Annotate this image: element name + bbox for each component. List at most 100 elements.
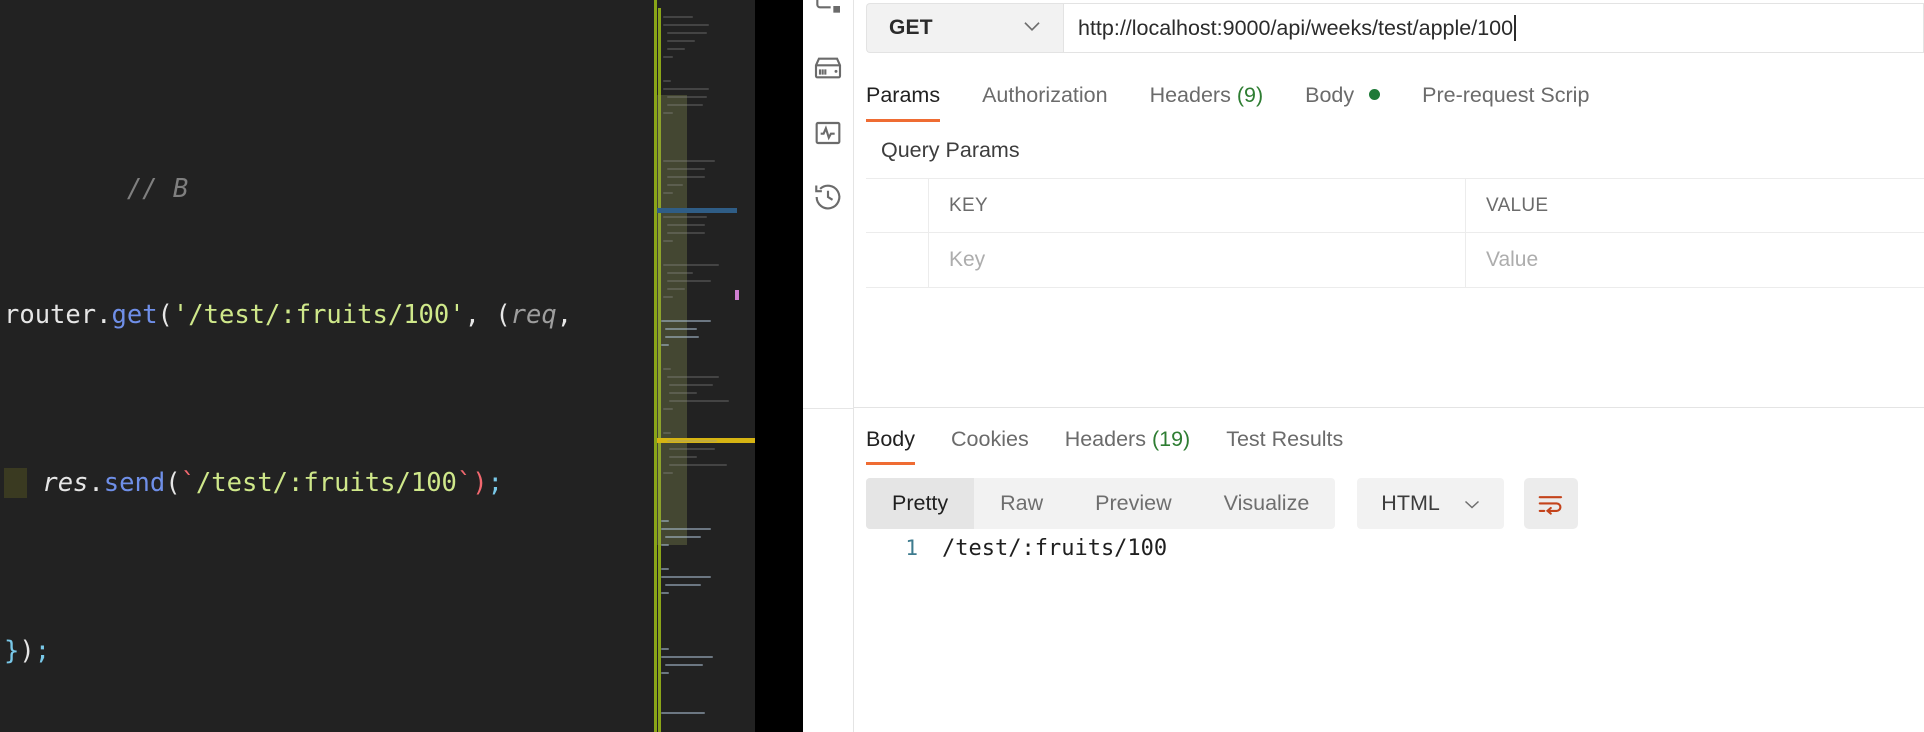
minimap-line (663, 240, 673, 242)
minimap-line (661, 648, 669, 650)
minimap-line (667, 232, 705, 234)
key-placeholder: Key (949, 248, 986, 271)
minimap-line (663, 112, 673, 114)
response-tab-cookies[interactable]: Cookies (951, 420, 1029, 465)
code-snippet-icon[interactable] (812, 0, 844, 18)
key-column-header: KEY (929, 179, 1466, 232)
minimap-line (663, 24, 709, 26)
mock-server-icon[interactable] (812, 52, 844, 84)
minimap-line (661, 656, 713, 658)
minimap-line (667, 440, 717, 442)
table-header-row: KEY VALUE (866, 178, 1924, 233)
tab-pre-request-script[interactable]: Pre-request Scrip (1422, 75, 1589, 122)
minimap-line (663, 192, 673, 194)
minimap-line (669, 464, 727, 466)
response-tab-test-results[interactable]: Test Results (1226, 420, 1343, 465)
minimap-line (665, 328, 697, 330)
response-tabs: Body Cookies Headers (19) Test Results (866, 420, 1379, 465)
body-present-dot (1369, 89, 1381, 100)
view-mode-pretty[interactable]: Pretty (866, 478, 975, 529)
tab-count: (9) (1236, 83, 1264, 107)
minimap-line (667, 184, 683, 186)
http-method-label: GET (889, 16, 933, 39)
response-format-label: HTML (1381, 491, 1440, 515)
screen-root: // B router.get('/test/:fruits/100', (re… (0, 0, 1924, 732)
minimap-line (663, 16, 693, 18)
minimap-line (663, 216, 707, 218)
request-url-input[interactable]: http://localhost:9000/api/weeks/test/app… (1063, 3, 1924, 53)
tab-headers[interactable]: Headers (9) (1150, 75, 1264, 122)
wrap-lines-button[interactable] (1523, 478, 1578, 529)
minimap-line (667, 224, 705, 226)
code-editor[interactable]: // B router.get('/test/:fruits/100', (re… (0, 0, 1541, 732)
tab-label: Body (1305, 83, 1355, 107)
minimap[interactable] (657, 0, 755, 732)
view-mode-preview[interactable]: Preview (1069, 478, 1197, 529)
text-caret (1514, 15, 1516, 41)
chevron-down-icon (1019, 13, 1045, 44)
panel-splitter[interactable] (854, 407, 1924, 408)
tab-label: Body (866, 427, 916, 451)
minimap-line (665, 584, 701, 586)
table-row[interactable]: Key Value (866, 233, 1924, 288)
row-checkbox-cell[interactable] (866, 233, 929, 287)
minimap-line (663, 160, 715, 162)
minimap-line (665, 664, 703, 666)
http-method-select[interactable]: GET (866, 3, 1063, 53)
tab-count: (19) (1151, 427, 1191, 451)
editor-scrollbar-track[interactable] (755, 0, 1541, 732)
minimap-line (663, 80, 671, 82)
minimap-line (667, 288, 685, 290)
tab-body[interactable]: Body (1305, 75, 1381, 122)
response-tab-body[interactable]: Body (866, 420, 916, 465)
tab-label: Params (866, 83, 941, 107)
minimap-line (667, 272, 693, 274)
value-column-header: VALUE (1486, 194, 1549, 216)
tab-label: Authorization (982, 83, 1108, 107)
wrap-lines-icon (1536, 489, 1566, 519)
minimap-line (665, 536, 701, 538)
history-icon[interactable] (812, 181, 844, 213)
view-mode-raw[interactable]: Raw (974, 478, 1069, 529)
minimap-line (669, 384, 713, 386)
minimap-line (667, 168, 705, 170)
line-number: 1 (905, 536, 918, 560)
response-body-line: 1 /test/:fruits/100 (866, 536, 1924, 570)
minimap-line (661, 568, 669, 570)
monitor-icon[interactable] (812, 117, 844, 149)
postman-icon-rail (803, 0, 853, 732)
minimap-line (661, 544, 669, 546)
rail-divider (803, 408, 853, 409)
response-format-select[interactable]: HTML (1357, 478, 1504, 529)
param-key-input[interactable]: Key (929, 233, 1466, 287)
tab-label: Cookies (951, 427, 1029, 451)
minimap-line (667, 176, 705, 178)
tab-authorization[interactable]: Authorization (982, 75, 1108, 122)
minimap-line (663, 296, 673, 298)
minimap-line (663, 472, 673, 474)
minimap-line (667, 96, 707, 98)
response-body-text: /test/:fruits/100 (942, 536, 1168, 561)
request-url-bar: GET http://localhost:9000/api/weeks/test… (866, 3, 1924, 53)
minimap-line (661, 712, 705, 714)
postman-panel: GET http://localhost:9000/api/weeks/test… (853, 0, 1924, 732)
tab-params[interactable]: Params (866, 75, 941, 122)
minimap-selection (657, 208, 737, 213)
minimap-line (663, 408, 673, 410)
minimap-line (663, 264, 719, 266)
param-value-input[interactable]: Value (1466, 233, 1924, 287)
minimap-line (665, 336, 699, 338)
request-tabs: Params Authorization Headers (9) Body Pr… (866, 75, 1631, 123)
minimap-annotation (735, 290, 739, 300)
view-mode-visualize[interactable]: Visualize (1198, 478, 1336, 529)
minimap-line (661, 320, 711, 322)
indent-guide (4, 468, 27, 498)
minimap-line (661, 576, 711, 578)
response-body-viewer[interactable]: 1 /test/:fruits/100 (866, 536, 1924, 732)
minimap-line (663, 56, 673, 58)
request-url-text: http://localhost:9000/api/weeks/test/app… (1078, 15, 1514, 40)
tab-label: Headers (1149, 83, 1231, 107)
tab-label: Test Results (1226, 427, 1344, 451)
response-tab-headers[interactable]: Headers (19) (1065, 420, 1190, 465)
minimap-line (661, 528, 711, 530)
